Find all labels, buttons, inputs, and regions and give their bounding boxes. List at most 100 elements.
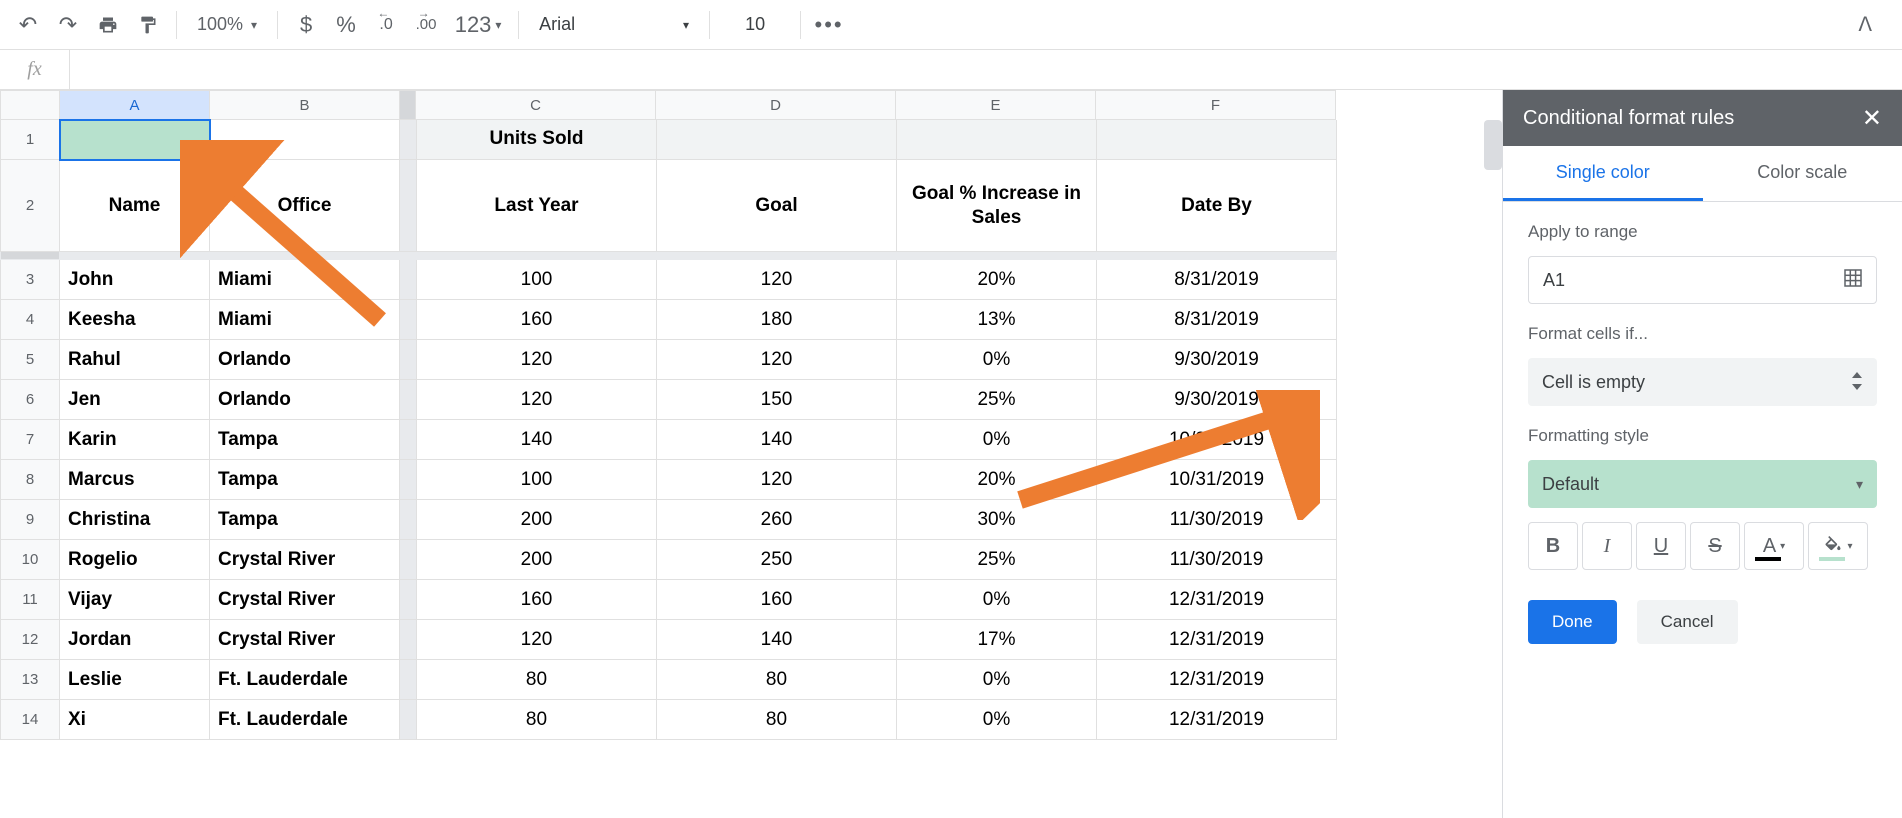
- cell[interactable]: Goal % Increase in Sales: [897, 160, 1097, 252]
- cell[interactable]: 30%: [897, 500, 1097, 540]
- grid-select-icon[interactable]: [1844, 269, 1862, 292]
- col-header-f[interactable]: F: [1096, 90, 1336, 120]
- currency-button[interactable]: $: [288, 7, 324, 43]
- more-toolbar-button[interactable]: •••: [811, 7, 847, 43]
- cell[interactable]: [657, 120, 897, 160]
- cell[interactable]: Units Sold: [417, 120, 657, 160]
- cell[interactable]: Miami: [210, 300, 400, 340]
- italic-button[interactable]: I: [1582, 522, 1632, 570]
- cell[interactable]: 12/31/2019: [1097, 580, 1337, 620]
- row-header[interactable]: 11: [0, 580, 60, 620]
- row-header[interactable]: 4: [0, 300, 60, 340]
- cell[interactable]: [210, 120, 400, 160]
- row-header[interactable]: 2: [0, 160, 60, 252]
- spreadsheet-grid[interactable]: A B C D E F 1 Units Sold: [0, 90, 1502, 818]
- col-header-c[interactable]: C: [416, 90, 656, 120]
- cell[interactable]: 0%: [897, 580, 1097, 620]
- cell[interactable]: Tampa: [210, 460, 400, 500]
- cell[interactable]: 160: [657, 580, 897, 620]
- cell[interactable]: Keesha: [60, 300, 210, 340]
- cell[interactable]: 20%: [897, 460, 1097, 500]
- cell[interactable]: 12/31/2019: [1097, 660, 1337, 700]
- decrease-decimals-button[interactable]: .0←: [368, 7, 404, 43]
- cell[interactable]: Goal: [657, 160, 897, 252]
- cell[interactable]: 20%: [897, 260, 1097, 300]
- cell[interactable]: 100: [417, 260, 657, 300]
- cell[interactable]: 25%: [897, 540, 1097, 580]
- condition-dropdown[interactable]: Cell is empty: [1528, 358, 1877, 406]
- cell[interactable]: 0%: [897, 660, 1097, 700]
- cell[interactable]: 80: [657, 660, 897, 700]
- row-header[interactable]: 7: [0, 420, 60, 460]
- style-dropdown[interactable]: Default ▾: [1528, 460, 1877, 508]
- undo-button[interactable]: ↶: [10, 7, 46, 43]
- cell[interactable]: Christina: [60, 500, 210, 540]
- cell[interactable]: 12/31/2019: [1097, 620, 1337, 660]
- cell[interactable]: Orlando: [210, 340, 400, 380]
- cell[interactable]: 11/30/2019: [1097, 500, 1337, 540]
- cell[interactable]: 180: [657, 300, 897, 340]
- tab-single-color[interactable]: Single color: [1503, 146, 1703, 201]
- collapse-toolbar-button[interactable]: ᐱ: [1858, 12, 1892, 37]
- redo-button[interactable]: ↷: [50, 7, 86, 43]
- cell[interactable]: 120: [417, 380, 657, 420]
- cell[interactable]: 160: [417, 300, 657, 340]
- cell[interactable]: 25%: [897, 380, 1097, 420]
- cell[interactable]: 12/31/2019: [1097, 700, 1337, 740]
- cell[interactable]: 0%: [897, 420, 1097, 460]
- cell[interactable]: 140: [417, 420, 657, 460]
- row-header[interactable]: 14: [0, 700, 60, 740]
- cell[interactable]: Leslie: [60, 660, 210, 700]
- cell[interactable]: 200: [417, 500, 657, 540]
- cell[interactable]: Name: [60, 160, 210, 252]
- cell[interactable]: 11/30/2019: [1097, 540, 1337, 580]
- cell[interactable]: 150: [657, 380, 897, 420]
- cell[interactable]: 120: [417, 340, 657, 380]
- fill-color-button[interactable]: ▾: [1808, 522, 1868, 570]
- col-header-b[interactable]: B: [210, 90, 400, 120]
- cell[interactable]: 17%: [897, 620, 1097, 660]
- cell-a1[interactable]: [60, 120, 210, 160]
- close-icon[interactable]: ✕: [1862, 104, 1882, 133]
- cell[interactable]: Crystal River: [210, 580, 400, 620]
- underline-button[interactable]: U: [1636, 522, 1686, 570]
- cell[interactable]: Marcus: [60, 460, 210, 500]
- cell[interactable]: 250: [657, 540, 897, 580]
- number-format-dropdown[interactable]: 123▾: [448, 7, 508, 43]
- strikethrough-button[interactable]: S: [1690, 522, 1740, 570]
- cell[interactable]: Office: [210, 160, 400, 252]
- row-header[interactable]: 10: [0, 540, 60, 580]
- row-header[interactable]: 1: [0, 120, 60, 160]
- cell[interactable]: Vijay: [60, 580, 210, 620]
- cell[interactable]: [1097, 120, 1337, 160]
- row-header[interactable]: 5: [0, 340, 60, 380]
- col-header-a[interactable]: A: [60, 90, 210, 120]
- cell[interactable]: Miami: [210, 260, 400, 300]
- cell[interactable]: Rahul: [60, 340, 210, 380]
- cell[interactable]: 80: [417, 660, 657, 700]
- tab-color-scale[interactable]: Color scale: [1703, 146, 1902, 201]
- cell[interactable]: Tampa: [210, 500, 400, 540]
- cell[interactable]: John: [60, 260, 210, 300]
- font-dropdown[interactable]: Arial ▾: [529, 14, 699, 35]
- cell[interactable]: 13%: [897, 300, 1097, 340]
- cell[interactable]: 8/31/2019: [1097, 260, 1337, 300]
- cell[interactable]: 80: [657, 700, 897, 740]
- cell[interactable]: 80: [417, 700, 657, 740]
- cell[interactable]: 9/30/2019: [1097, 340, 1337, 380]
- row-header[interactable]: 8: [0, 460, 60, 500]
- col-header-d[interactable]: D: [656, 90, 896, 120]
- done-button[interactable]: Done: [1528, 600, 1617, 644]
- cell[interactable]: 10/31/2019: [1097, 460, 1337, 500]
- cell[interactable]: Crystal River: [210, 620, 400, 660]
- cell[interactable]: 260: [657, 500, 897, 540]
- cell[interactable]: 200: [417, 540, 657, 580]
- zoom-dropdown[interactable]: 100% ▾: [187, 14, 267, 35]
- cancel-button[interactable]: Cancel: [1637, 600, 1738, 644]
- cell[interactable]: Ft. Lauderdale: [210, 700, 400, 740]
- formula-input[interactable]: [70, 50, 1902, 89]
- select-all-corner[interactable]: [0, 90, 60, 120]
- cell[interactable]: Karin: [60, 420, 210, 460]
- cell[interactable]: Tampa: [210, 420, 400, 460]
- cell[interactable]: 9/30/2019: [1097, 380, 1337, 420]
